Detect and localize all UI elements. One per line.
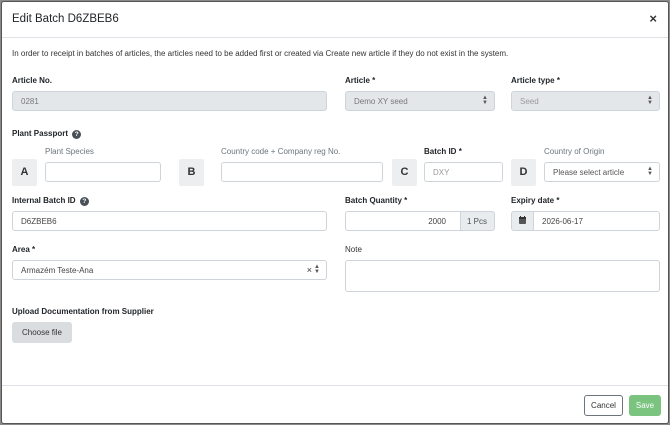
article-select[interactable]: Demo XY seed ▲ ▼ bbox=[345, 91, 495, 111]
article-select-value: Demo XY seed bbox=[354, 97, 408, 106]
internal-batch-label-text: Internal Batch ID bbox=[12, 196, 76, 205]
country-origin-placeholder: Please select article bbox=[553, 168, 625, 177]
passport-letter-c: C bbox=[392, 159, 417, 186]
article-type-select-value: Seed bbox=[520, 97, 539, 106]
passport-letter-d: D bbox=[511, 159, 536, 186]
area-label: Area * bbox=[12, 245, 35, 254]
internal-batch-label: Internal Batch ID ? bbox=[12, 196, 89, 206]
edit-batch-modal: Edit Batch D6ZBEB6 × In order to receipt… bbox=[1, 1, 669, 424]
expiry-date-input[interactable]: 2026-06-17 bbox=[533, 211, 660, 231]
country-origin-select[interactable]: Please select article ▲ ▼ bbox=[544, 162, 660, 182]
article-type-label: Article type * bbox=[511, 76, 560, 85]
calendar-icon-svg bbox=[519, 216, 526, 224]
help-icon[interactable]: ? bbox=[79, 197, 89, 206]
passport-letter-b: B bbox=[179, 159, 204, 186]
article-no-label: Article No. bbox=[12, 76, 53, 85]
save-button[interactable]: Save bbox=[629, 395, 661, 416]
area-select[interactable]: Armazém Teste-Ana × ▲ ▼ bbox=[12, 260, 327, 280]
batch-quantity-unit: 1 Pcs bbox=[460, 211, 495, 231]
modal-header: Edit Batch D6ZBEB6 × bbox=[2, 2, 668, 38]
plant-passport-label: Plant Passport ? bbox=[12, 129, 82, 139]
article-label: Article * bbox=[345, 76, 375, 85]
footer-divider bbox=[2, 385, 668, 386]
article-label-text: Article bbox=[345, 76, 370, 85]
country-company-label: Country code + Company reg No. bbox=[221, 147, 341, 156]
required-marker: * bbox=[404, 196, 408, 205]
close-icon[interactable]: × bbox=[649, 12, 657, 26]
required-marker: * bbox=[556, 76, 560, 85]
select-arrows-icon: ▲ ▼ bbox=[314, 264, 320, 275]
batch-id-label-text: Batch ID bbox=[424, 147, 457, 156]
note-textarea[interactable] bbox=[345, 260, 660, 292]
batch-quantity-label: Batch Quantity * bbox=[345, 196, 407, 205]
batch-id-label: Batch ID * bbox=[424, 147, 462, 156]
select-arrows-icon: ▲ ▼ bbox=[647, 95, 653, 106]
required-marker: * bbox=[32, 245, 36, 254]
article-no-value: 0281 bbox=[21, 97, 39, 106]
plant-species-input[interactable] bbox=[45, 162, 161, 182]
choose-file-button[interactable]: Choose file bbox=[12, 322, 72, 343]
internal-batch-input[interactable]: D6ZBEB6 bbox=[12, 211, 327, 231]
article-no-field: 0281 bbox=[12, 91, 327, 111]
required-marker: * bbox=[556, 196, 560, 205]
batch-id-input[interactable]: DXY bbox=[424, 162, 503, 182]
clear-icon[interactable]: × bbox=[307, 265, 312, 275]
note-label: Note bbox=[345, 245, 362, 254]
select-arrows-icon: ▲ ▼ bbox=[482, 95, 488, 106]
expiry-date-label-text: Expiry date bbox=[511, 196, 555, 205]
upload-label: Upload Documentation from Supplier bbox=[12, 307, 154, 316]
info-text: In order to receipt in batches of articl… bbox=[12, 49, 509, 58]
passport-letter-a: A bbox=[12, 159, 37, 186]
country-origin-label: Country of Origin bbox=[544, 147, 605, 156]
article-type-select[interactable]: Seed ▲ ▼ bbox=[511, 91, 660, 111]
cancel-button[interactable]: Cancel bbox=[584, 395, 623, 416]
help-icon[interactable]: ? bbox=[72, 130, 82, 139]
article-type-label-text: Article type bbox=[511, 76, 555, 85]
required-marker: * bbox=[458, 147, 462, 156]
calendar-icon[interactable] bbox=[511, 211, 534, 231]
country-company-input[interactable] bbox=[221, 162, 383, 182]
area-label-text: Area bbox=[12, 245, 30, 254]
batch-quantity-input[interactable]: 2000 bbox=[345, 211, 461, 231]
batch-quantity-label-text: Batch Quantity bbox=[345, 196, 402, 205]
select-arrows-icon: ▲ ▼ bbox=[647, 166, 653, 177]
modal-title: Edit Batch D6ZBEB6 bbox=[12, 13, 119, 25]
area-select-value: Armazém Teste-Ana bbox=[21, 266, 94, 275]
expiry-date-label: Expiry date * bbox=[511, 196, 560, 205]
plant-passport-label-text: Plant Passport bbox=[12, 129, 69, 138]
plant-species-label: Plant Species bbox=[45, 147, 94, 156]
required-marker: * bbox=[372, 76, 376, 85]
